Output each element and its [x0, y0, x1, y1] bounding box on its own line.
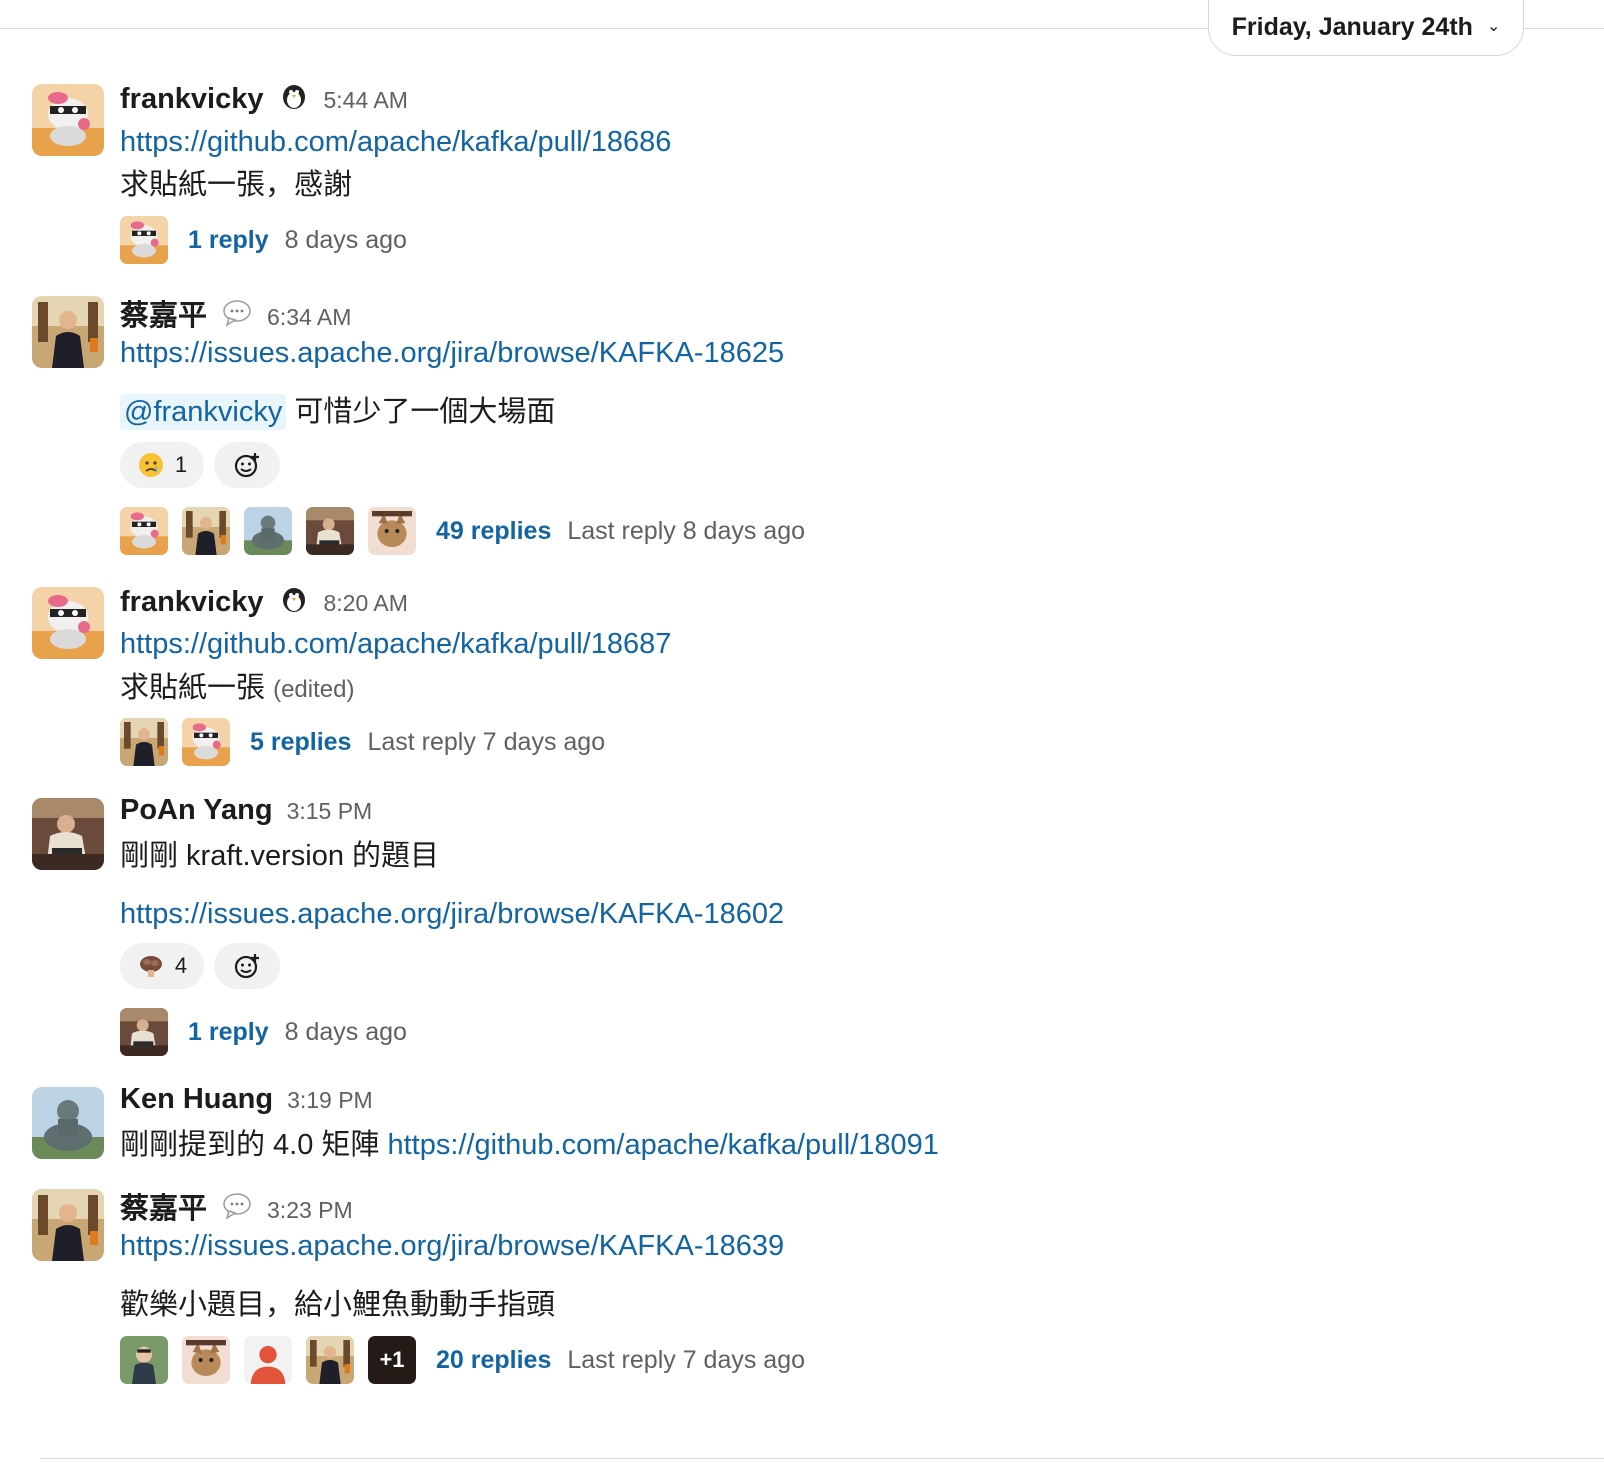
date-divider-button[interactable]: Friday, January 24th ⌄	[1208, 0, 1524, 56]
penguin-status-icon	[278, 585, 310, 613]
last-reply-time: Last reply 8 days ago	[567, 516, 806, 545]
last-reply-time: Last reply 7 days ago	[367, 727, 606, 756]
thread-avatar	[182, 718, 230, 766]
add-emoji-icon	[233, 952, 261, 980]
thread-summary[interactable]: 5 replies Last reply 7 days ago	[120, 718, 605, 766]
last-reply-time: 8 days ago	[284, 225, 407, 254]
message-link[interactable]: https://issues.apache.org/jira/browse/KA…	[120, 1230, 784, 1262]
thread-avatar	[306, 1336, 354, 1384]
user-mention[interactable]: @frankvicky	[120, 394, 287, 430]
message-text: 可惜少了一個大場面	[294, 396, 556, 428]
reply-count[interactable]: 20 replies	[436, 1346, 551, 1375]
avatar[interactable]	[32, 587, 104, 659]
thread-summary[interactable]: 1 reply 8 days ago	[120, 216, 407, 264]
reaction-brain[interactable]: 4	[120, 943, 204, 989]
username[interactable]: 蔡嘉平	[120, 1185, 207, 1227]
thread-summary[interactable]: +1 20 replies Last reply 7 days ago	[120, 1336, 805, 1384]
reply-count[interactable]: 5 replies	[250, 728, 351, 757]
last-reply-time: 8 days ago	[284, 1017, 407, 1046]
username[interactable]: frankvicky	[120, 83, 264, 116]
thread-avatar	[244, 507, 292, 555]
message-link[interactable]: https://issues.apache.org/jira/browse/KA…	[120, 337, 784, 369]
username[interactable]: PoAn Yang	[120, 794, 273, 827]
last-reply-time: Last reply 7 days ago	[567, 1345, 806, 1374]
avatar[interactable]	[32, 798, 104, 870]
thread-avatar	[120, 507, 168, 555]
date-divider-label: Friday, January 24th	[1231, 13, 1473, 41]
bottom-divider	[40, 1458, 1604, 1459]
username[interactable]: frankvicky	[120, 586, 264, 619]
penguin-status-icon	[278, 82, 310, 110]
thread-avatar	[368, 507, 416, 555]
message-text: 求貼紙一張，感謝	[120, 169, 353, 201]
thread-avatar-more: +1	[368, 1336, 416, 1384]
thread-avatar	[182, 507, 230, 555]
message-text: 歡樂小題目，給小鯉魚動動手指頭	[120, 1289, 556, 1321]
reply-count[interactable]: 1 reply	[188, 226, 269, 255]
message-link[interactable]: https://issues.apache.org/jira/browse/KA…	[120, 898, 784, 930]
crying-face-icon	[137, 451, 165, 479]
reply-count[interactable]: 49 replies	[436, 517, 551, 546]
speech-bubble-status-icon	[221, 1192, 253, 1220]
message-link[interactable]: https://github.com/apache/kafka/pull/180…	[388, 1129, 939, 1161]
username[interactable]: 蔡嘉平	[120, 292, 207, 334]
add-reaction-button[interactable]	[214, 943, 280, 989]
edited-label: (edited)	[273, 676, 355, 703]
timestamp[interactable]: 3:19 PM	[287, 1087, 373, 1114]
thread-avatar	[306, 507, 354, 555]
avatar[interactable]	[32, 1189, 104, 1261]
timestamp[interactable]: 3:15 PM	[287, 798, 373, 825]
thread-summary[interactable]: 49 replies Last reply 8 days ago	[120, 507, 805, 555]
message-link[interactable]: https://github.com/apache/kafka/pull/186…	[120, 126, 671, 158]
avatar[interactable]	[32, 84, 104, 156]
add-reaction-button[interactable]	[214, 442, 280, 488]
thread-avatar	[182, 1336, 230, 1384]
thread-avatar-default-person-icon	[244, 1336, 292, 1384]
add-emoji-icon	[233, 451, 261, 479]
thread-avatar	[120, 216, 168, 264]
timestamp[interactable]: 5:44 AM	[324, 87, 408, 114]
reaction-crying-face[interactable]: 1	[120, 442, 204, 488]
timestamp[interactable]: 8:20 AM	[324, 590, 408, 617]
timestamp[interactable]: 3:23 PM	[267, 1197, 353, 1224]
message-text: 求貼紙一張	[120, 672, 266, 704]
avatar[interactable]	[32, 296, 104, 368]
reaction-count: 1	[174, 452, 188, 477]
brain-icon	[137, 952, 165, 980]
message-text: 剛剛提到的 4.0 矩陣	[120, 1129, 380, 1161]
reaction-count: 4	[174, 953, 188, 978]
message-text: 剛剛 kraft.version 的題目	[120, 840, 440, 872]
timestamp[interactable]: 6:34 AM	[267, 304, 351, 331]
username[interactable]: Ken Huang	[120, 1083, 273, 1116]
thread-avatar	[120, 718, 168, 766]
chevron-down-icon: ⌄	[1486, 17, 1501, 35]
avatar[interactable]	[32, 1087, 104, 1159]
thread-avatar	[120, 1008, 168, 1056]
thread-summary[interactable]: 1 reply 8 days ago	[120, 1008, 407, 1056]
reply-count[interactable]: 1 reply	[188, 1018, 269, 1047]
more-participants-count: +1	[379, 1347, 405, 1372]
speech-bubble-status-icon	[221, 299, 253, 327]
message-link[interactable]: https://github.com/apache/kafka/pull/186…	[120, 628, 671, 660]
thread-avatar	[120, 1336, 168, 1384]
